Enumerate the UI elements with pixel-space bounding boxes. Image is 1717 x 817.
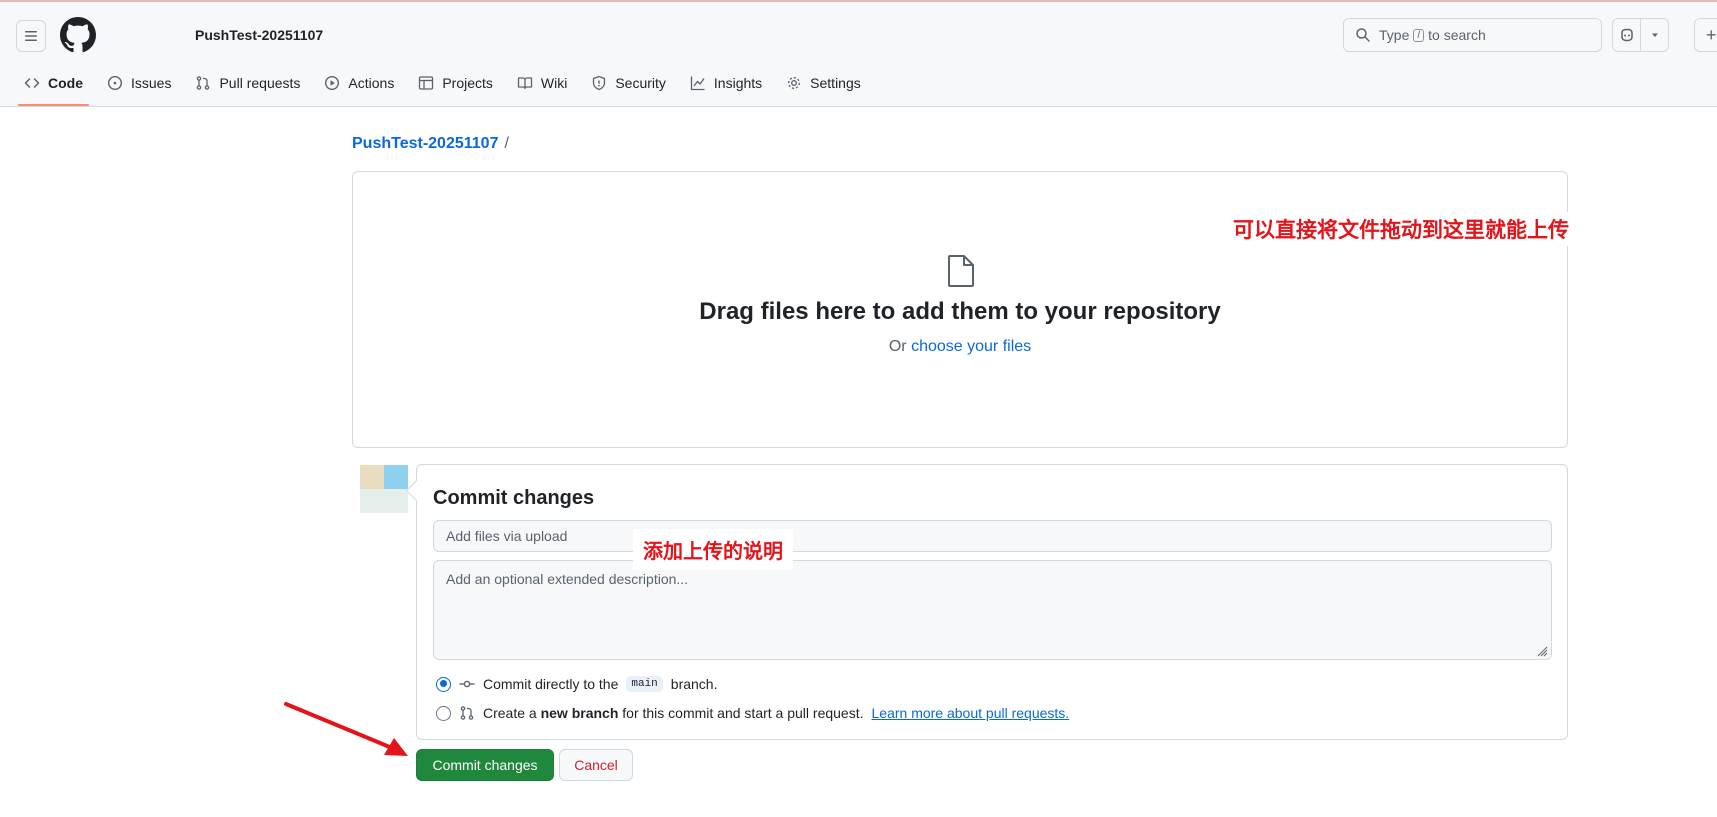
code-icon [24, 78, 40, 88]
gear-icon [788, 77, 801, 89]
search-placeholder-suffix: to search [1428, 27, 1486, 43]
search-icon [1356, 28, 1370, 42]
annotation-drag-note: 可以直接将文件拖动到这里就能上传 [1229, 212, 1573, 246]
copilot-button[interactable] [1613, 19, 1640, 51]
file-icon [948, 255, 974, 287]
resize-grip-icon[interactable] [1536, 645, 1548, 657]
tab-label: Issues [131, 75, 172, 91]
avatar [360, 465, 408, 513]
tab-wiki[interactable]: Wiki [507, 70, 577, 106]
dropzone-sub-prefix: Or [888, 338, 907, 355]
graph-icon [690, 76, 705, 91]
shield-icon [593, 75, 606, 91]
search-box[interactable]: Type / to search [1343, 18, 1602, 52]
cancel-button[interactable]: Cancel [559, 749, 633, 781]
hamburger-icon [25, 31, 37, 41]
new-branch-suffix: for this commit and start a pull request… [622, 705, 864, 721]
breadcrumb-repo-link[interactable]: PushTest-20251107 [352, 135, 498, 152]
tab-label: Code [48, 75, 83, 91]
plus-icon: + [1706, 24, 1717, 45]
copilot-dropdown-button[interactable] [1641, 19, 1668, 51]
commit-summary-input[interactable] [433, 520, 1552, 552]
breadcrumb-separator: / [504, 135, 509, 152]
avatar-tile [360, 489, 408, 513]
commit-direct-suffix: branch. [670, 676, 718, 692]
tab-projects[interactable]: Projects [408, 70, 503, 106]
annotation-arrow-icon [284, 702, 408, 756]
commit-direct-option[interactable]: Commit directly to the main branch. [436, 676, 717, 692]
tab-label: Actions [348, 75, 395, 91]
search-placeholder-prefix: Type [1379, 27, 1410, 43]
copilot-button-group [1612, 18, 1669, 52]
github-logo-icon[interactable] [60, 17, 96, 53]
tab-label: Wiki [540, 75, 568, 91]
create-new-button[interactable]: + [1694, 18, 1717, 52]
issue-opened-icon [107, 75, 123, 91]
new-branch-radio[interactable] [436, 705, 451, 721]
tab-label: Security [615, 75, 666, 91]
avatar-tile [384, 465, 408, 489]
global-menu-button[interactable] [16, 20, 46, 52]
git-pull-request-icon [460, 706, 474, 720]
git-commit-icon [459, 680, 475, 688]
search-shortcut-key: / [1413, 28, 1425, 42]
tab-label: Pull requests [219, 75, 301, 91]
avatar-tile [360, 465, 384, 489]
breadcrumb: PushTest-20251107 / [352, 135, 509, 153]
tab-label: Settings [810, 75, 861, 91]
choose-files-link[interactable]: choose your files [911, 338, 1031, 355]
tab-label: Projects [442, 75, 493, 91]
tab-insights[interactable]: Insights [680, 70, 772, 106]
commit-title: Commit changes [433, 487, 595, 509]
new-branch-bold: new branch [540, 705, 619, 721]
commit-direct-prefix: Commit directly to the [483, 676, 619, 692]
table-icon [419, 76, 434, 90]
new-branch-option[interactable]: Create a new branch for this commit and … [436, 705, 1069, 721]
commit-direct-radio[interactable] [436, 676, 451, 692]
triangle-down-icon [1651, 33, 1658, 37]
commit-form: Commit changes 添加上传的说明 Commit directly t… [416, 464, 1568, 740]
annotation-description-note: 添加上传的说明 [633, 529, 793, 570]
repo-title[interactable]: PushTest-20251107 [195, 27, 323, 43]
repo-tabs: Code Issues Pull requests Actions Projec… [14, 70, 875, 106]
git-pull-request-icon [197, 76, 210, 90]
new-branch-prefix: Create a [483, 705, 537, 721]
tab-actions[interactable]: Actions [314, 70, 404, 106]
tab-label: Insights [713, 75, 763, 91]
new-branch-text: Create a new branch for this commit and … [483, 705, 864, 721]
learn-more-pull-requests-link[interactable]: Learn more about pull requests. [872, 705, 1070, 721]
tab-issues[interactable]: Issues [97, 70, 181, 106]
book-icon [517, 77, 533, 90]
tab-pull-requests[interactable]: Pull requests [185, 70, 310, 106]
copilot-icon [1620, 28, 1633, 42]
commit-changes-button[interactable]: Commit changes [416, 749, 554, 781]
dropzone-title: Drag files here to add them to your repo… [699, 298, 1221, 325]
dropzone-subtitle: Or choose your files [353, 338, 1567, 356]
branch-name-badge: main [626, 676, 663, 692]
tab-code[interactable]: Code [14, 70, 93, 106]
play-icon [325, 75, 340, 91]
tab-settings[interactable]: Settings [776, 70, 871, 106]
repo-header: PushTest-20251107 Type / to search + Cod… [0, 2, 1717, 107]
tab-security[interactable]: Security [581, 70, 676, 106]
commit-description-input[interactable] [433, 560, 1552, 660]
